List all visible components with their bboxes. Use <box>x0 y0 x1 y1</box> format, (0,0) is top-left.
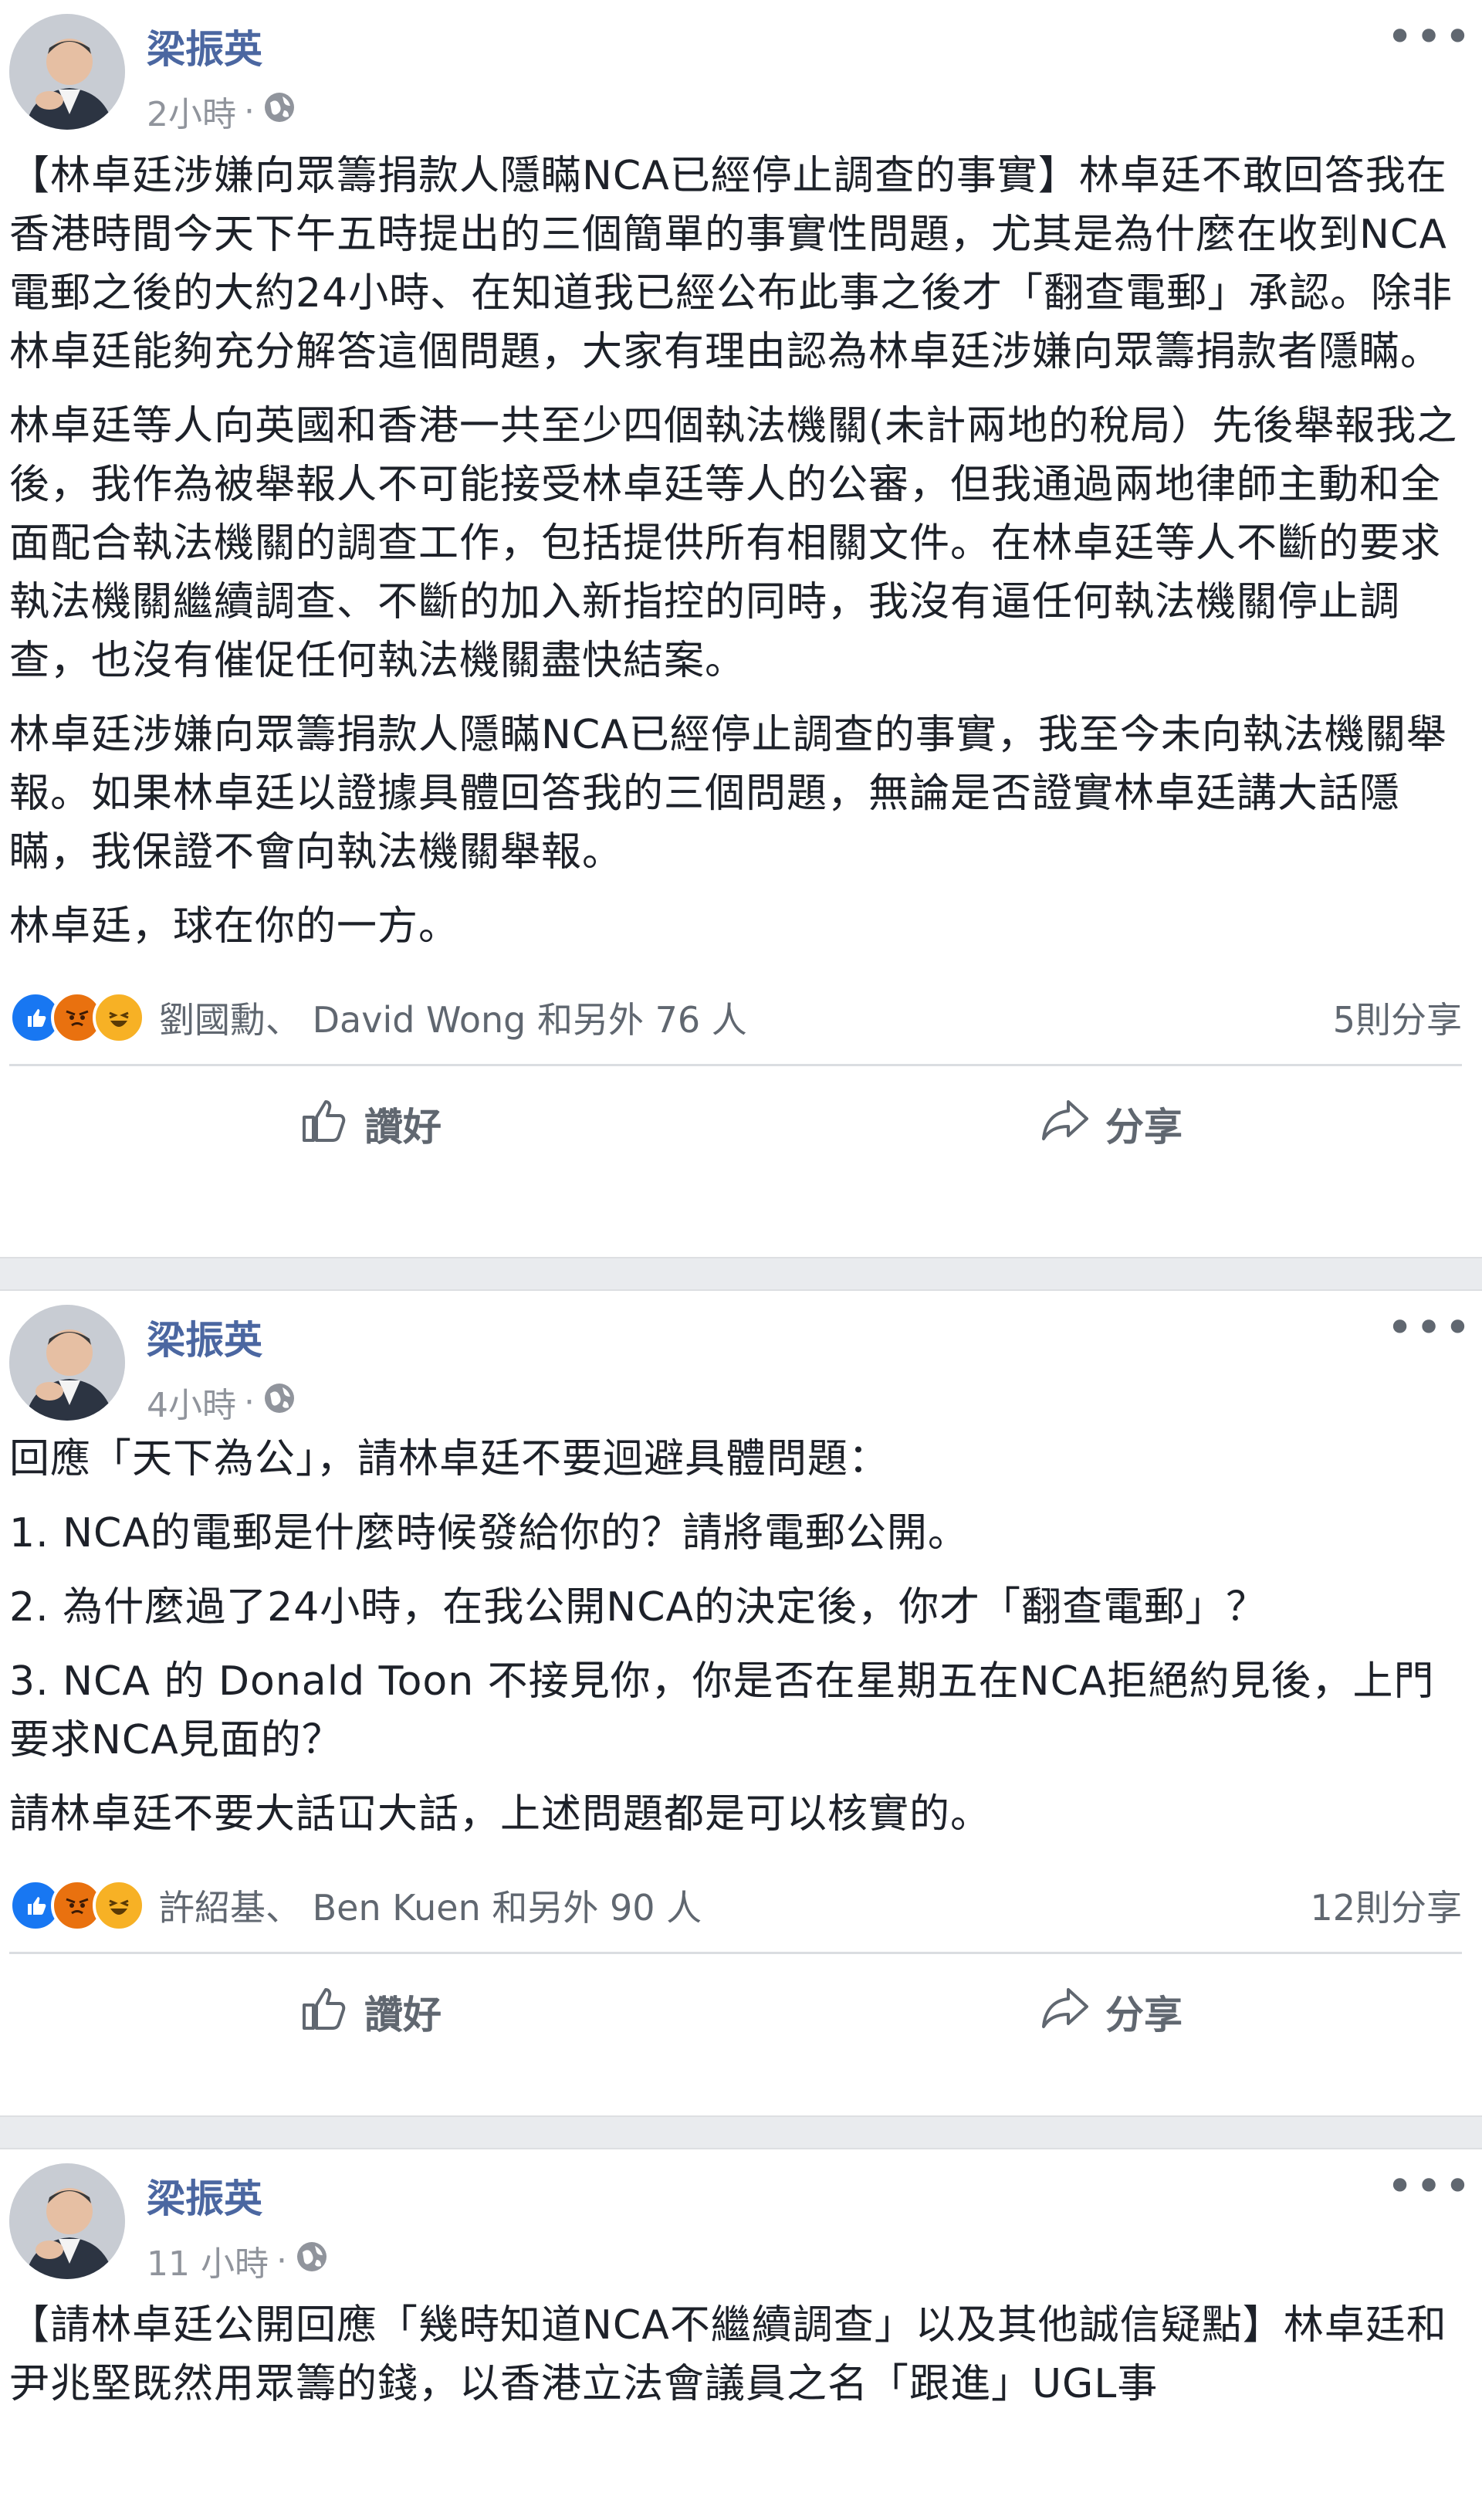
action-bar: 讚好 分享 <box>0 1954 1482 2070</box>
post-1: 梁振英 2小時 · ••• 【林卓廷涉嫌向眾籌捐款人隱瞞NCA已經停止調查的事實… <box>0 0 1482 1257</box>
post-header: 梁振英 2小時 · ••• <box>0 0 1482 139</box>
globe-icon <box>262 90 296 133</box>
post-meta: 11 小時 · <box>147 2236 329 2285</box>
post-body: 【請林卓廷公開回應「幾時知道NCA不繼續調查」以及其他誠信疑點】林卓廷和尹兆堅既… <box>0 2288 1482 2413</box>
meta-separator: · <box>244 1382 255 1422</box>
like-button[interactable]: 讚好 <box>299 1094 442 1154</box>
author-name[interactable]: 梁振英 <box>147 2168 262 2224</box>
globe-icon <box>295 2240 329 2282</box>
timestamp[interactable]: 2小時 <box>147 86 236 136</box>
share-button[interactable]: 分享 <box>1040 1094 1183 1154</box>
share-count[interactable]: 5則分享 <box>1333 992 1462 1043</box>
avatar[interactable] <box>9 1305 125 1421</box>
post-header: 梁振英 4小時 · ••• <box>0 1291 1482 1430</box>
reaction-names[interactable]: 劉國勳、 David Wong 和另外 76 人 <box>159 992 1333 1043</box>
post-paragraph: 2. 為什麼過了24小時，在我公開NCA的決定後，你才「翻查電郵」？ <box>9 1584 1267 1631</box>
post-paragraph: 【林卓廷涉嫌向眾籌捐款人隱瞞NCA已經停止調查的事實】林卓廷不敢回答我在香港時間… <box>9 153 1453 375</box>
like-button[interactable]: 讚好 <box>299 1982 442 2042</box>
haha-reaction-icon <box>93 991 145 1044</box>
action-bar: 讚好 分享 <box>0 1066 1482 1182</box>
author-name[interactable]: 梁振英 <box>147 1309 262 1365</box>
post-separator <box>0 1257 1482 1291</box>
like-icon <box>299 1094 350 1154</box>
post-3: 梁振英 11 小時 · ••• 【請林卓廷公開回應「幾時知道NCA不繼續調查」以… <box>0 2149 1482 2520</box>
haha-reaction-icon <box>93 1879 145 1932</box>
share-button[interactable]: 分享 <box>1040 1982 1183 2042</box>
more-icon[interactable]: ••• <box>1386 2159 1471 2213</box>
post-paragraph: 林卓廷等人向英國和香港一共至少四個執法機關(未計兩地的稅局）先後舉報我之後，我作… <box>9 403 1458 684</box>
share-icon <box>1040 1094 1091 1154</box>
reactions-bar: 劉國勳、 David Wong 和另外 76 人 5則分享 <box>0 971 1482 1064</box>
reaction-icons[interactable] <box>9 991 145 1044</box>
post-separator <box>0 2115 1482 2149</box>
share-count[interactable]: 12則分享 <box>1310 1880 1462 1931</box>
post-paragraph: 【請林卓廷公開回應「幾時知道NCA不繼續調查」以及其他誠信疑點】林卓廷和尹兆堅既… <box>9 2302 1447 2407</box>
like-label: 讚好 <box>364 1993 442 2037</box>
avatar[interactable] <box>9 2163 125 2279</box>
like-label: 讚好 <box>364 1105 442 1150</box>
more-icon[interactable]: ••• <box>1386 10 1471 64</box>
more-icon[interactable]: ••• <box>1386 1301 1471 1355</box>
post-meta: 2小時 · <box>147 86 296 136</box>
meta-separator: · <box>244 91 255 131</box>
post-body: 回應「天下為公」，請林卓廷不要迴避具體問題： 1. NCA的電郵是什麼時候發給你… <box>0 1430 1482 1844</box>
post-paragraph: 3. NCA 的 Donald Toon 不接見你，你是否在星期五在NCA拒絕約… <box>9 1658 1435 1763</box>
post-paragraph: 請林卓廷不要大話冚大話，上述問題都是可以核實的。 <box>9 1791 992 1838</box>
share-label: 分享 <box>1105 1105 1183 1150</box>
reaction-names[interactable]: 許紹基、 Ben Kuen 和另外 90 人 <box>159 1880 1310 1931</box>
post-body: 【林卓廷涉嫌向眾籌捐款人隱瞞NCA已經停止調查的事實】林卓廷不敢回答我在香港時間… <box>0 139 1482 956</box>
post-meta: 4小時 · <box>147 1377 296 1427</box>
like-icon <box>299 1982 350 2042</box>
post-2: 梁振英 4小時 · ••• 回應「天下為公」，請林卓廷不要迴避具體問題： 1. … <box>0 1291 1482 2115</box>
reaction-icons[interactable] <box>9 1879 145 1932</box>
reactions-bar: 許紹基、 Ben Kuen 和另外 90 人 12則分享 <box>0 1859 1482 1952</box>
post-paragraph: 林卓廷涉嫌向眾籌捐款人隱瞞NCA已經停止調查的事實，我至今未向執法機關舉報。如果… <box>9 712 1447 876</box>
share-icon <box>1040 1982 1091 2042</box>
timestamp[interactable]: 11 小時 <box>147 2236 269 2285</box>
post-paragraph: 林卓廷，球在你的一方。 <box>9 903 460 950</box>
author-name[interactable]: 梁振英 <box>147 19 262 74</box>
post-paragraph: 1. NCA的電郵是什麼時候發給你的？請將電郵公開。 <box>9 1510 969 1556</box>
globe-icon <box>262 1381 296 1424</box>
timestamp[interactable]: 4小時 <box>147 1377 236 1427</box>
post-header: 梁振英 11 小時 · ••• <box>0 2149 1482 2288</box>
meta-separator: · <box>276 2241 287 2281</box>
share-label: 分享 <box>1105 1993 1183 2037</box>
post-paragraph: 回應「天下為公」，請林卓廷不要迴避具體問題： <box>9 1436 890 1482</box>
avatar[interactable] <box>9 14 125 130</box>
